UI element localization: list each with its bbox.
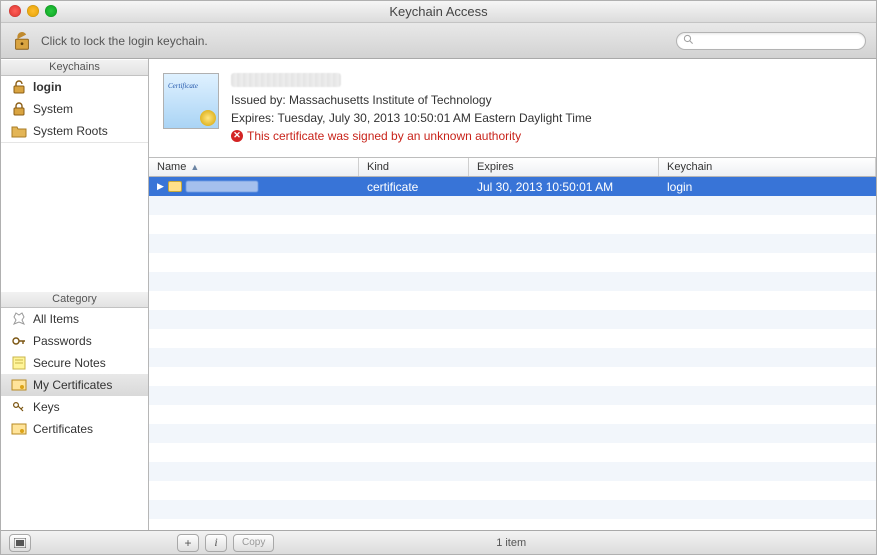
category-item-certificates[interactable]: Certificates bbox=[1, 418, 148, 440]
column-header-keychain[interactable]: Keychain bbox=[659, 158, 876, 176]
zoom-window-button[interactable] bbox=[45, 5, 57, 17]
error-icon: ✕ bbox=[231, 130, 243, 142]
traffic-lights bbox=[9, 5, 57, 17]
keychain-item-system-roots[interactable]: System Roots bbox=[1, 120, 148, 142]
table-header: Name ▲ Kind Expires Keychain bbox=[149, 158, 876, 177]
sidebar-item-label: Secure Notes bbox=[33, 356, 106, 370]
keychain-item-system[interactable]: System bbox=[1, 98, 148, 120]
category-section-header: Category bbox=[1, 291, 148, 308]
close-window-button[interactable] bbox=[9, 5, 21, 17]
row-kind: certificate bbox=[359, 180, 469, 194]
sidebar-item-label: System Roots bbox=[33, 124, 108, 138]
content-pane: Issued by: Massachusetts Institute of Te… bbox=[149, 59, 876, 530]
table-empty-rows bbox=[149, 196, 876, 519]
sidebar-spacer bbox=[1, 142, 148, 291]
view-toggle-button[interactable] bbox=[9, 534, 31, 552]
status-text: 1 item bbox=[280, 537, 742, 549]
issued-by-text: Issued by: Massachusetts Institute of Te… bbox=[231, 91, 592, 109]
expires-text: Expires: Tuesday, July 30, 2013 10:50:01… bbox=[231, 109, 592, 127]
table-row[interactable]: ▶ certificate Jul 30, 2013 10:50:01 AM l… bbox=[149, 177, 876, 196]
key-icon bbox=[11, 333, 27, 349]
window-title: Keychain Access bbox=[389, 4, 487, 19]
folder-icon bbox=[11, 123, 27, 139]
search-input[interactable] bbox=[698, 35, 859, 47]
sidebar-item-label: Keys bbox=[33, 400, 60, 414]
keychains-section-header: Keychains bbox=[1, 59, 148, 76]
search-icon bbox=[683, 34, 698, 48]
certificate-detail: Issued by: Massachusetts Institute of Te… bbox=[149, 59, 876, 158]
all-items-icon bbox=[11, 311, 27, 327]
category-item-my-certificates[interactable]: My Certificates bbox=[1, 374, 148, 396]
sidebar-item-label: login bbox=[33, 80, 62, 94]
bottom-toolbar: + i Copy 1 item bbox=[1, 530, 876, 554]
certificate-name-obscured bbox=[231, 73, 341, 87]
warning-text: This certificate was signed by an unknow… bbox=[247, 127, 521, 145]
sidebar-item-label: Certificates bbox=[33, 422, 93, 436]
category-item-keys[interactable]: Keys bbox=[1, 396, 148, 418]
certificate-warning: ✕ This certificate was signed by an unkn… bbox=[231, 127, 592, 145]
info-button[interactable]: i bbox=[205, 534, 227, 552]
keys-icon bbox=[11, 399, 27, 415]
row-keychain: login bbox=[659, 180, 876, 194]
category-item-passwords[interactable]: Passwords bbox=[1, 330, 148, 352]
sort-ascending-icon: ▲ bbox=[190, 162, 199, 172]
sidebar-item-label: My Certificates bbox=[33, 378, 112, 392]
padlock-closed-icon bbox=[11, 101, 27, 117]
titlebar: Keychain Access bbox=[1, 1, 876, 23]
category-list: All Items Passwords Secure Notes My Cert… bbox=[1, 308, 148, 530]
row-expires: Jul 30, 2013 10:50:01 AM bbox=[469, 180, 659, 194]
search-field[interactable] bbox=[676, 32, 866, 50]
column-header-name[interactable]: Name ▲ bbox=[149, 158, 359, 176]
certificate-icon bbox=[11, 421, 27, 437]
minimize-window-button[interactable] bbox=[27, 5, 39, 17]
sidebar: Keychains login System System Roots bbox=[1, 59, 149, 530]
padlock-open-icon bbox=[11, 79, 27, 95]
add-item-button[interactable]: + bbox=[177, 534, 199, 552]
keychain-item-login[interactable]: login bbox=[1, 76, 148, 98]
sidebar-item-label: System bbox=[33, 102, 73, 116]
note-icon bbox=[11, 355, 27, 371]
row-name-obscured bbox=[186, 181, 258, 192]
sidebar-item-label: All Items bbox=[33, 312, 79, 326]
lock-hint-text: Click to lock the login keychain. bbox=[41, 34, 208, 48]
copy-button[interactable]: Copy bbox=[233, 534, 274, 552]
certificate-icon bbox=[11, 377, 27, 393]
column-header-kind[interactable]: Kind bbox=[359, 158, 469, 176]
column-header-expires[interactable]: Expires bbox=[469, 158, 659, 176]
category-item-secure-notes[interactable]: Secure Notes bbox=[1, 352, 148, 374]
certificate-icon bbox=[168, 181, 182, 192]
certificate-thumbnail-icon bbox=[163, 73, 219, 129]
sidebar-item-label: Passwords bbox=[33, 334, 92, 348]
keychains-list: login System System Roots bbox=[1, 76, 148, 142]
disclosure-triangle-icon[interactable]: ▶ bbox=[157, 181, 164, 192]
table-body: ▶ certificate Jul 30, 2013 10:50:01 AM l… bbox=[149, 177, 876, 530]
lock-keychain-icon[interactable] bbox=[11, 30, 33, 52]
category-item-all-items[interactable]: All Items bbox=[1, 308, 148, 330]
toolbar: Click to lock the login keychain. bbox=[1, 23, 876, 59]
